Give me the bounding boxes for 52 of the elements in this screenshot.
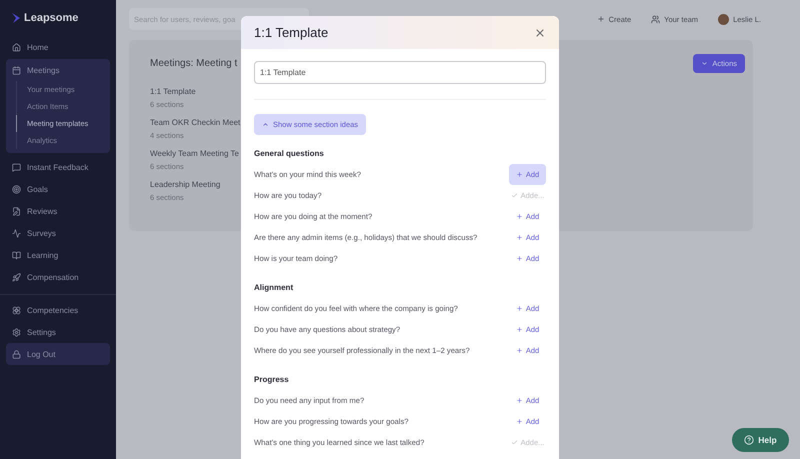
settings-icon (12, 328, 21, 336)
people-icon (651, 14, 660, 24)
template-name[interactable]: 1:1 Template (150, 87, 196, 96)
sidebar-item[interactable]: Settings (6, 321, 110, 343)
avatar-icon (718, 14, 730, 24)
sidebar-item[interactable]: Competencies (6, 299, 110, 321)
template-name[interactable]: Team OKR Checkin Meet (150, 118, 240, 127)
page-title: Meetings: Meeting t (150, 58, 238, 69)
help-button[interactable]: Help (732, 428, 789, 452)
plus-icon (516, 213, 523, 220)
flower-icon (12, 306, 21, 314)
section-heading: General questions (254, 149, 325, 158)
name-field[interactable]: 1:1 Template (254, 61, 546, 84)
lock-icon (12, 350, 21, 358)
help-icon (744, 435, 754, 445)
sidebar-item[interactable]: Learning (6, 244, 110, 266)
sidebar-item[interactable]: Home (6, 36, 110, 58)
sidebar-item[interactable]: Meetings (6, 59, 110, 81)
plus-icon (596, 15, 605, 23)
sidebar-item[interactable]: Log Out (6, 343, 110, 365)
plus-icon (516, 347, 523, 354)
plus-icon (516, 326, 523, 333)
target-icon (12, 184, 21, 194)
plus-icon (516, 305, 523, 312)
plus-icon (516, 418, 523, 425)
chevron-down-icon (701, 60, 708, 67)
chat-icon (12, 162, 21, 172)
home-icon (12, 42, 21, 52)
plus-icon (516, 171, 523, 178)
pen-icon (12, 206, 21, 216)
plus-icon (516, 234, 523, 241)
brand-name: Leapsome (24, 12, 78, 24)
rocket-icon (12, 272, 21, 282)
sidebar-item[interactable]: Reviews (6, 200, 110, 222)
calendar-icon (12, 66, 21, 74)
sidebar-item[interactable]: Goals (6, 178, 110, 200)
plus-icon (516, 255, 523, 262)
sidebar-item[interactable]: Surveys (6, 222, 110, 244)
sidebar-item[interactable]: Compensation (6, 266, 110, 288)
pulse-icon (12, 228, 21, 238)
check-icon (510, 439, 518, 446)
sidebar-item[interactable]: Instant Feedback (6, 156, 110, 178)
template-name[interactable]: Weekly Team Meeting Te (150, 149, 239, 158)
template-name[interactable]: Leadership Meeting (150, 180, 220, 189)
section-heading: Alignment (254, 283, 294, 292)
check-icon (510, 192, 518, 199)
logo-icon (12, 13, 20, 23)
close-icon[interactable] (534, 26, 546, 38)
book-icon (12, 250, 21, 260)
plus-icon (516, 397, 523, 404)
chevron-up-icon (262, 121, 269, 128)
section-heading: Progress (254, 375, 290, 384)
